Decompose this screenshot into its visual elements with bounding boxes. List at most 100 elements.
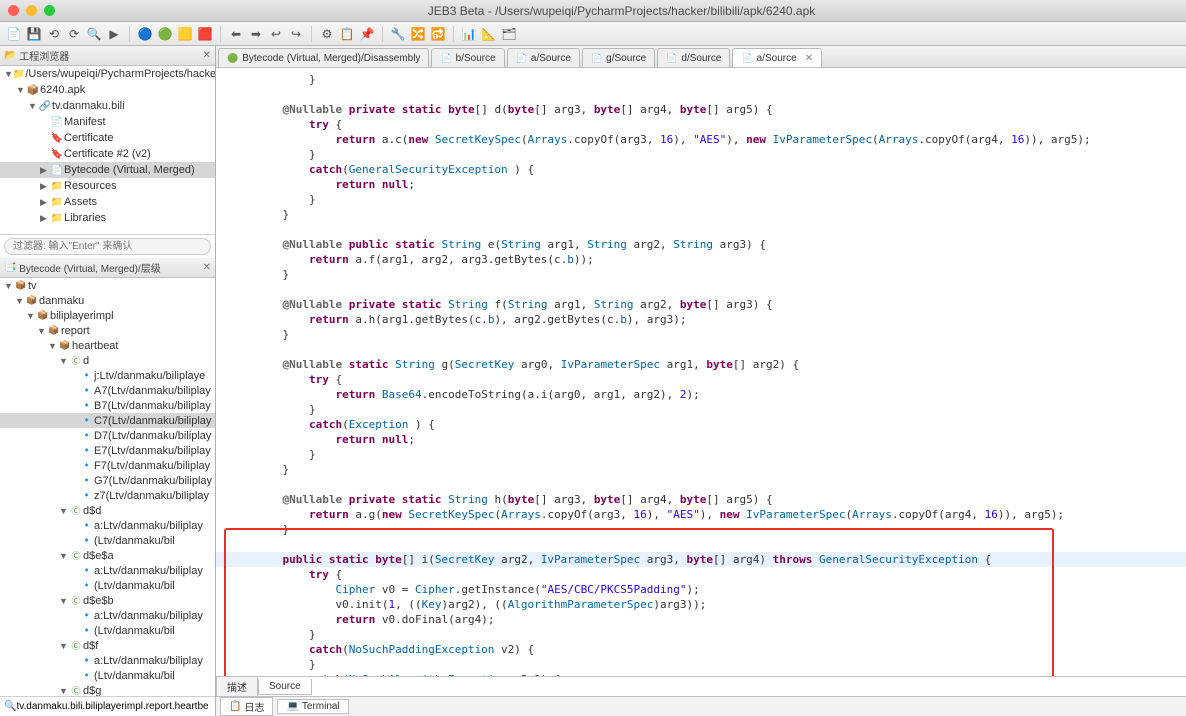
- hierarchy-tree-item[interactable]: 🔹(Ltv/danmaku/bil: [0, 533, 215, 548]
- hierarchy-tree-item[interactable]: 🔹F7(Ltv/danmaku/biliplay: [0, 458, 215, 473]
- code-line[interactable]: [216, 537, 1186, 552]
- toolbar-button[interactable]: ⟳: [66, 26, 82, 42]
- editor-tab[interactable]: 🟢Bytecode (Virtual, Merged)/Disassembly: [218, 48, 429, 67]
- tab-terminal[interactable]: 💻Terminal: [277, 699, 348, 714]
- editor-tab[interactable]: 📄a/Source✕: [732, 48, 822, 67]
- toolbar-button[interactable]: ⟲: [46, 26, 62, 42]
- hierarchy-tree-item[interactable]: ▼📦biliplayerimpl: [0, 308, 215, 323]
- hierarchy-tree-item[interactable]: 🔹(Ltv/danmaku/bil: [0, 578, 215, 593]
- editor-tab[interactable]: 📄d/Source: [657, 48, 730, 67]
- code-line[interactable]: }: [216, 402, 1186, 417]
- code-line[interactable]: catch(Exception ) {: [216, 417, 1186, 432]
- code-line[interactable]: [216, 222, 1186, 237]
- toolbar-button[interactable]: 🔂: [430, 26, 446, 42]
- code-line[interactable]: catch(NoSuchPaddingException v2) {: [216, 642, 1186, 657]
- toolbar-button[interactable]: 📄: [6, 26, 22, 42]
- hierarchy-tree-item[interactable]: ▼📦heartbeat: [0, 338, 215, 353]
- code-line[interactable]: v0.init(1, ((Key)arg2), ((AlgorithmParam…: [216, 597, 1186, 612]
- code-line[interactable]: [216, 87, 1186, 102]
- editor-tab[interactable]: 📄a/Source: [507, 48, 580, 67]
- toolbar-button[interactable]: ↪: [288, 26, 304, 42]
- status-path-input[interactable]: [16, 701, 211, 712]
- code-line[interactable]: try {: [216, 567, 1186, 582]
- tab-close-icon[interactable]: ✕: [805, 53, 813, 64]
- project-tree-item[interactable]: ▼📦6240.apk: [0, 82, 215, 98]
- project-tree[interactable]: ▼📁/Users/wupeiqi/PycharmProjects/hacker/…: [0, 66, 215, 234]
- code-line[interactable]: @Nullable private static byte[] d(byte[]…: [216, 102, 1186, 117]
- hierarchy-tree-item[interactable]: ▼Ⓒd$f: [0, 638, 215, 653]
- hierarchy-tree-item[interactable]: 🔹B7(Ltv/danmaku/biliplay: [0, 398, 215, 413]
- code-line[interactable]: }: [216, 522, 1186, 537]
- code-line[interactable]: }: [216, 327, 1186, 342]
- toolbar-button[interactable]: 📐: [481, 26, 497, 42]
- hierarchy-tree-item[interactable]: 🔹a:Ltv/danmaku/biliplay: [0, 653, 215, 668]
- hierarchy-tree-item[interactable]: 🔹j:Ltv/danmaku/biliplaye: [0, 368, 215, 383]
- code-line[interactable]: }: [216, 72, 1186, 87]
- project-tree-item[interactable]: 🔖Certificate: [0, 130, 215, 146]
- toolbar-button[interactable]: 💾: [26, 26, 42, 42]
- toolbar-button[interactable]: ↩: [268, 26, 284, 42]
- tab-log[interactable]: 📋日志: [220, 697, 273, 716]
- hierarchy-tree-item[interactable]: ▼Ⓒd$e$a: [0, 548, 215, 563]
- code-line[interactable]: try {: [216, 372, 1186, 387]
- code-line[interactable]: @Nullable private static String f(String…: [216, 297, 1186, 312]
- code-line[interactable]: }: [216, 447, 1186, 462]
- filter-input[interactable]: [4, 238, 211, 255]
- toolbar-button[interactable]: 🗂: [501, 26, 517, 42]
- hierarchy-tree-item[interactable]: 🔹a:Ltv/danmaku/biliplay: [0, 518, 215, 533]
- code-line[interactable]: return a.c(new SecretKeySpec(Arrays.copy…: [216, 132, 1186, 147]
- toolbar-button[interactable]: 🔵: [137, 26, 153, 42]
- tab-desc[interactable]: 描述: [216, 677, 258, 697]
- code-editor[interactable]: } @Nullable private static byte[] d(byte…: [216, 68, 1186, 676]
- hierarchy-tree-item[interactable]: ▼📦danmaku: [0, 293, 215, 308]
- code-line[interactable]: [216, 477, 1186, 492]
- code-line[interactable]: return v0.doFinal(arg4);: [216, 612, 1186, 627]
- tab-source[interactable]: Source: [258, 679, 312, 695]
- code-line[interactable]: }: [216, 462, 1186, 477]
- hierarchy-tree-item[interactable]: 🔹(Ltv/danmaku/bil: [0, 668, 215, 683]
- code-line[interactable]: return a.f(arg1, arg2, arg3.getBytes(c.b…: [216, 252, 1186, 267]
- project-tree-item[interactable]: 🔖Certificate #2 (v2): [0, 146, 215, 162]
- hierarchy-tree-item[interactable]: ▼📦report: [0, 323, 215, 338]
- hierarchy-tree-item[interactable]: 🔹D7(Ltv/danmaku/biliplay: [0, 428, 215, 443]
- close-button[interactable]: [8, 5, 19, 16]
- hierarchy-tree-item[interactable]: 🔹(Ltv/danmaku/bil: [0, 623, 215, 638]
- code-line[interactable]: }: [216, 657, 1186, 672]
- toolbar-button[interactable]: ➡: [248, 26, 264, 42]
- panel-close-icon[interactable]: ✕: [203, 262, 211, 273]
- toolbar-button[interactable]: 📊: [461, 26, 477, 42]
- hierarchy-tree-item[interactable]: ▼📦tv: [0, 278, 215, 293]
- editor-tab[interactable]: 📄b/Source: [431, 48, 504, 67]
- hierarchy-tree-item[interactable]: 🔹C7(Ltv/danmaku/biliplay: [0, 413, 215, 428]
- hierarchy-tree-item[interactable]: 🔹z7(Ltv/danmaku/biliplay: [0, 488, 215, 503]
- hierarchy-tree[interactable]: ▼📦tv▼📦danmaku▼📦biliplayerimpl▼📦report▼📦h…: [0, 278, 215, 696]
- code-line[interactable]: return a.g(new SecretKeySpec(Arrays.copy…: [216, 507, 1186, 522]
- hierarchy-tree-item[interactable]: 🔹G7(Ltv/danmaku/biliplay: [0, 473, 215, 488]
- code-line[interactable]: }: [216, 147, 1186, 162]
- toolbar-button[interactable]: 📋: [339, 26, 355, 42]
- project-tree-item[interactable]: ▶📁Resources: [0, 178, 215, 194]
- minimize-button[interactable]: [26, 5, 37, 16]
- hierarchy-tree-item[interactable]: 🔹a:Ltv/danmaku/biliplay: [0, 608, 215, 623]
- project-tree-item[interactable]: 📄Manifest: [0, 114, 215, 130]
- hierarchy-tree-item[interactable]: ▼Ⓒd$e$b: [0, 593, 215, 608]
- panel-close-icon[interactable]: ✕: [203, 50, 211, 61]
- project-tree-item[interactable]: ▼📁/Users/wupeiqi/PycharmProjects/hacker/…: [0, 66, 215, 82]
- code-line[interactable]: }: [216, 192, 1186, 207]
- code-line[interactable]: return Base64.encodeToString(a.i(arg0, a…: [216, 387, 1186, 402]
- project-tree-item[interactable]: ▶📁Libraries: [0, 210, 215, 226]
- hierarchy-tree-item[interactable]: 🔹E7(Ltv/danmaku/biliplay: [0, 443, 215, 458]
- hierarchy-tree-item[interactable]: ▼Ⓒd: [0, 353, 215, 368]
- toolbar-button[interactable]: 🔧: [390, 26, 406, 42]
- code-line[interactable]: @Nullable public static String e(String …: [216, 237, 1186, 252]
- maximize-button[interactable]: [44, 5, 55, 16]
- toolbar-button[interactable]: ▶: [106, 26, 122, 42]
- code-line[interactable]: catch(NoSuchAlgorithmException v2_1) {: [216, 672, 1186, 676]
- hierarchy-tree-item[interactable]: ▼Ⓒd$d: [0, 503, 215, 518]
- code-line[interactable]: return null;: [216, 432, 1186, 447]
- code-line[interactable]: }: [216, 627, 1186, 642]
- toolbar-button[interactable]: 🟨: [177, 26, 193, 42]
- code-line[interactable]: }: [216, 207, 1186, 222]
- code-line[interactable]: [216, 342, 1186, 357]
- editor-tab[interactable]: 📄g/Source: [582, 48, 655, 67]
